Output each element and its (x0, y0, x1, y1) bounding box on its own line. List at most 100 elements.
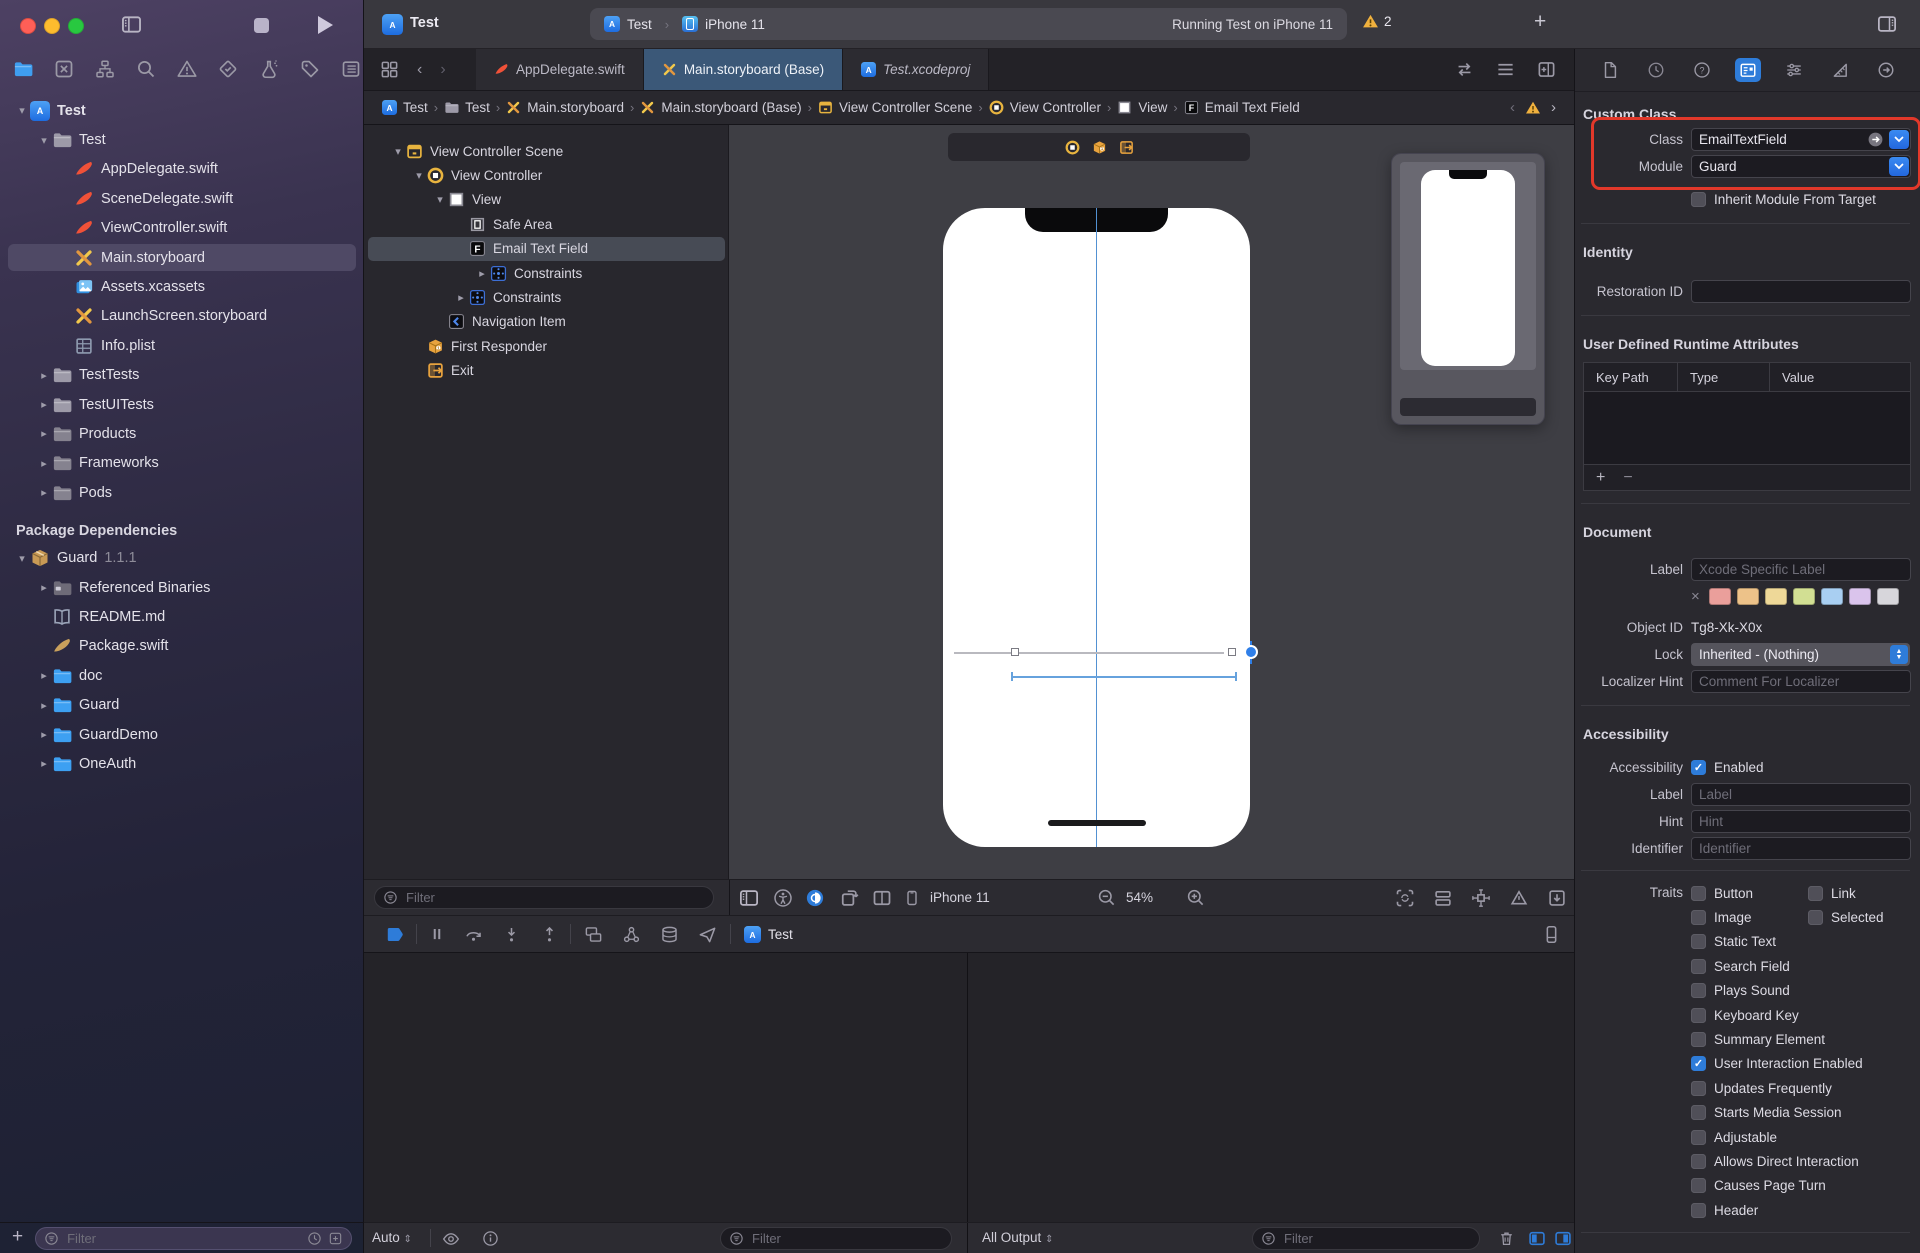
disclosure-closed-icon[interactable]: ▸ (36, 427, 52, 440)
quicklook-eye-icon[interactable] (442, 1230, 460, 1248)
trait-checkbox[interactable]: Updates Frequently (1691, 1081, 1832, 1096)
file-row[interactable]: Assets.xcassets (0, 272, 364, 301)
disclosure-open-icon[interactable]: ▾ (411, 169, 427, 182)
source-control-status-icon[interactable] (328, 1231, 343, 1246)
add-editor-icon[interactable] (1537, 60, 1556, 79)
inherit-module-checkbox[interactable] (1691, 192, 1706, 207)
run-button[interactable] (318, 16, 333, 34)
add-file-button[interactable]: + (12, 1226, 23, 1248)
scene-exit-icon[interactable] (1119, 140, 1134, 155)
trait-checkbox[interactable]: Keyboard Key (1691, 1008, 1799, 1023)
trait-checkbox[interactable]: Summary Element (1691, 1032, 1825, 1047)
zoom-level[interactable]: 54% (1126, 890, 1153, 905)
accessibility-enabled-checkbox[interactable]: ✓ (1691, 760, 1706, 775)
device-name[interactable]: iPhone 11 (930, 890, 990, 905)
package-row[interactable]: ▸GuardDemo (0, 720, 364, 749)
running-app-name[interactable]: Test (768, 927, 793, 942)
update-frames-icon[interactable] (1395, 888, 1415, 908)
warning-badge[interactable]: 2 (1362, 13, 1392, 30)
outline-row[interactable]: Navigation Item (364, 310, 729, 334)
device-canvas[interactable] (943, 208, 1250, 847)
file-row[interactable]: LaunchScreen.storyboard (0, 302, 364, 331)
file-row[interactable]: ▸TestUITests (0, 390, 364, 419)
device-appearance-icon[interactable] (805, 888, 825, 908)
disclosure-closed-icon[interactable]: ▸ (36, 457, 52, 470)
trait-checkbox[interactable]: Link (1808, 881, 1856, 905)
navigator-tab-find[interactable] (135, 58, 156, 79)
breadcrumb-item[interactable]: Main.storyboard (Base) (640, 100, 801, 115)
runtime-attributes-empty-body[interactable] (1584, 392, 1910, 464)
file-row[interactable]: AppDelegate.swift (0, 155, 364, 184)
navigator-tab-issues[interactable] (176, 58, 197, 79)
split-preview-icon[interactable] (872, 888, 892, 908)
disclosure-open-icon[interactable]: ▾ (36, 134, 52, 147)
debug-area[interactable] (364, 952, 1574, 1222)
resize-knob[interactable] (1244, 645, 1258, 659)
document-label-field[interactable] (1691, 558, 1911, 581)
adjust-editor-options-icon[interactable] (1496, 60, 1515, 79)
breadcrumb-item[interactable]: View Controller (989, 100, 1101, 115)
trait-checkbox[interactable]: Causes Page Turn (1691, 1178, 1826, 1193)
variables-filter-input[interactable] (750, 1230, 943, 1247)
disclosure-closed-icon[interactable]: ▸ (474, 267, 490, 280)
editor-tab-1[interactable]: Main.storyboard (Base) (644, 49, 843, 90)
embed-icon[interactable] (1547, 888, 1567, 908)
file-row[interactable]: ViewController.swift (0, 214, 364, 243)
package-row[interactable]: ▸Referenced Binaries (0, 573, 364, 602)
trait-checkbox[interactable]: Image (1691, 910, 1752, 925)
tab-attributes-inspector[interactable] (1781, 58, 1807, 82)
disclosure-closed-icon[interactable]: ▸ (453, 291, 469, 304)
label-color-swatch-6[interactable] (1877, 588, 1899, 605)
trait-checkbox[interactable]: Plays Sound (1691, 983, 1790, 998)
label-color-swatch-0[interactable] (1709, 588, 1731, 605)
console-scope-selector[interactable]: All Output ⇕ (982, 1230, 1053, 1245)
outline-row[interactable]: Safe Area (364, 212, 729, 236)
navigator-tab-source-control[interactable] (53, 58, 74, 79)
navigator-tab-project-navigator[interactable] (12, 58, 33, 79)
trait-checkbox[interactable]: Button (1691, 886, 1753, 901)
scene-view-controller-icon[interactable] (1065, 140, 1080, 155)
navigator-tab-breakpoints[interactable] (299, 58, 320, 79)
accessibility-hint-field[interactable] (1691, 810, 1911, 833)
storyboard-canvas[interactable]: 1 (729, 125, 1574, 879)
disclosure-open-icon[interactable]: ▾ (390, 145, 406, 158)
label-color-swatch-4[interactable] (1821, 588, 1843, 605)
trait-checkbox[interactable]: Search Field (1691, 959, 1790, 974)
scene-first-responder-icon[interactable]: 1 (1092, 140, 1107, 155)
info-icon[interactable] (482, 1230, 499, 1247)
file-row[interactable]: ▸TestTests (0, 361, 364, 390)
accessibility-label-field[interactable] (1691, 783, 1911, 806)
previous-issue-button[interactable]: ‹ (1510, 99, 1515, 116)
file-row[interactable]: Main.storyboard (0, 243, 364, 272)
resolve-autolayout-icon[interactable] (1509, 888, 1529, 908)
tab-history-inspector[interactable] (1643, 58, 1669, 82)
package-row[interactable]: Package.swift (0, 632, 364, 661)
label-color-swatch-2[interactable] (1765, 588, 1787, 605)
tab-quick-help-inspector[interactable]: ? (1689, 58, 1715, 82)
show-variables-view-icon[interactable] (1526, 1230, 1548, 1247)
class-dropdown-button[interactable] (1889, 130, 1909, 149)
module-field[interactable] (1691, 155, 1911, 178)
toggle-right-panel-icon[interactable] (1876, 14, 1898, 34)
next-issue-button[interactable]: › (1551, 99, 1556, 116)
navigator-tab-tests[interactable] (217, 58, 238, 79)
outline-row[interactable]: ▸Constraints (364, 285, 729, 309)
clear-console-trash-icon[interactable] (1498, 1229, 1515, 1248)
trait-checkbox[interactable]: Starts Media Session (1691, 1105, 1842, 1120)
issue-warning-icon[interactable] (1525, 100, 1541, 116)
trait-checkbox[interactable]: Static Text (1691, 934, 1776, 949)
variables-filter-field[interactable] (720, 1227, 952, 1250)
back-button[interactable]: ‹ (417, 61, 422, 79)
navigator-filter-field[interactable] (35, 1227, 352, 1250)
file-row[interactable]: ▾Test (0, 125, 364, 154)
accessibility-identifier-field[interactable] (1691, 837, 1911, 860)
minimize-window-button[interactable] (44, 18, 60, 34)
outline-row[interactable]: ▾View Controller (364, 163, 729, 187)
toggle-left-panel-icon[interactable] (120, 14, 143, 35)
minimap[interactable] (1391, 153, 1545, 425)
package-row[interactable]: README.md (0, 602, 364, 631)
email-text-field-element[interactable] (954, 652, 1224, 654)
file-row[interactable]: ▸Pods (0, 478, 364, 507)
zoom-in-icon[interactable] (1186, 888, 1205, 907)
add-attribute-button[interactable]: + (1596, 469, 1605, 487)
